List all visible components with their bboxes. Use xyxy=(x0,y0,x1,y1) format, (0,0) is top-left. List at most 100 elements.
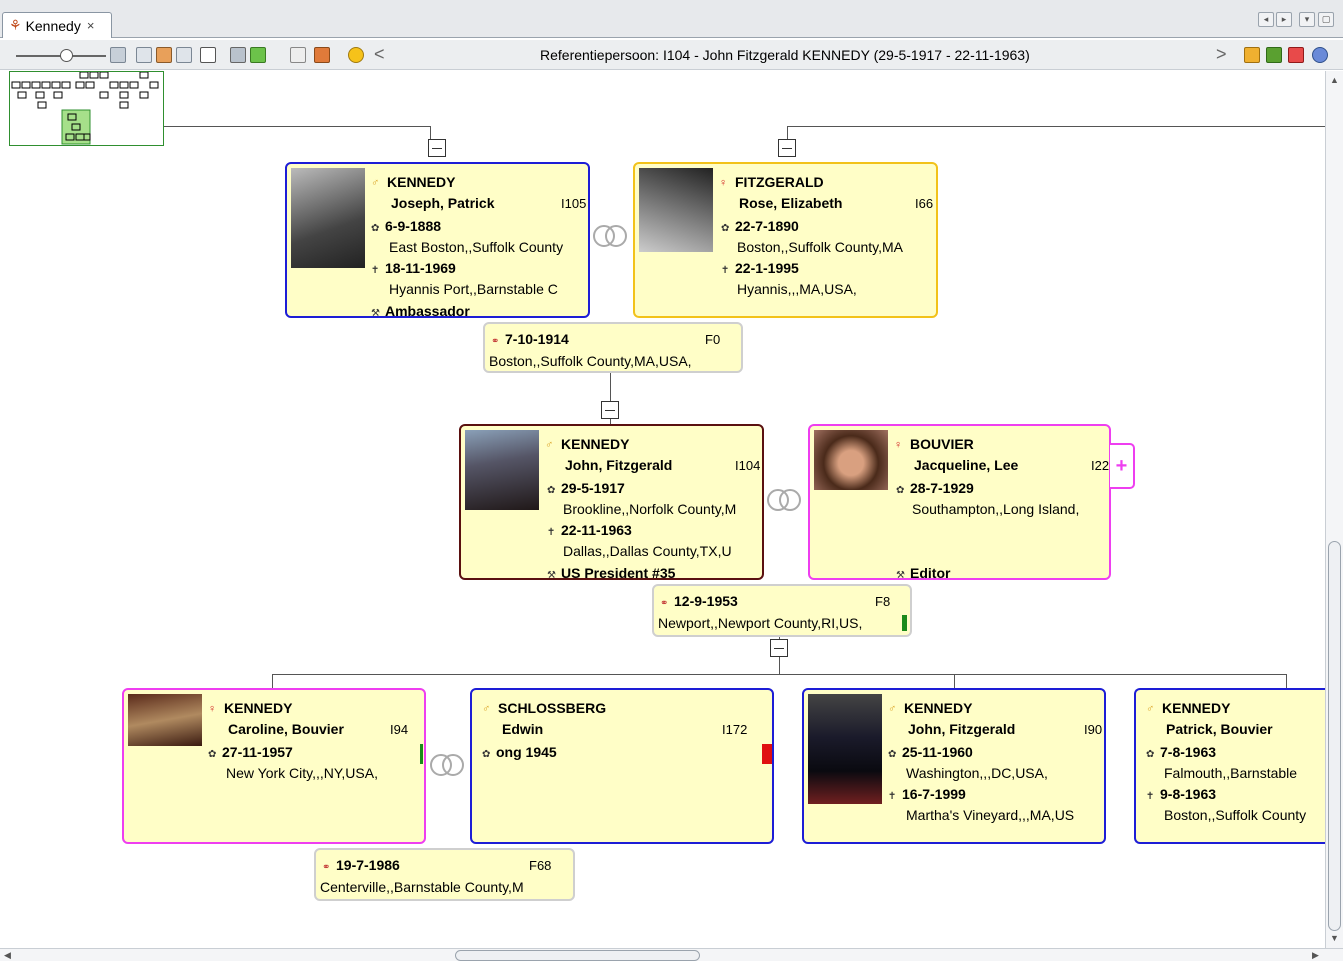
maximize-icon[interactable]: ▢ xyxy=(1318,12,1334,27)
toolbar: < Referentiepersoon: I104 - John Fitzger… xyxy=(0,40,1343,70)
scroll-down-icon[interactable]: ▼ xyxy=(1330,933,1339,943)
person-id: I22 xyxy=(1091,458,1110,473)
death-place: Boston,,Suffolk County xyxy=(1164,807,1307,823)
birth-date: 29-5-1917 xyxy=(561,480,625,496)
link-icon[interactable] xyxy=(290,47,306,63)
death-icon: ✝ xyxy=(721,265,730,276)
close-tab-icon[interactable]: × xyxy=(87,18,95,33)
female-icon: ♀ xyxy=(894,439,903,452)
marriage-place: Centerville,,Barnstable County,M xyxy=(320,879,524,895)
person-firstname: Joseph, Patrick xyxy=(391,195,495,211)
tree-root-icon[interactable] xyxy=(314,47,330,63)
person-card-john[interactable]: ♂ KENNEDY John, Fitzgerald I104 ✿ 29-5-191… xyxy=(459,424,764,580)
expand-spouse-button[interactable]: + xyxy=(1110,443,1135,489)
show-details-icon[interactable] xyxy=(136,47,152,63)
death-date: 9-8-1963 xyxy=(1160,786,1217,802)
zoom-slider-thumb[interactable] xyxy=(60,49,73,62)
death-place: Dallas,,Dallas County,TX,U xyxy=(563,543,732,559)
history-forward-button[interactable]: > xyxy=(1216,44,1227,65)
minimap-graphic xyxy=(11,71,159,145)
family-box-f8[interactable]: ⚭ 12-9-1953 F8 Newport,,Newport County,RI… xyxy=(652,584,912,637)
collapse-ancestors-button[interactable] xyxy=(428,139,446,157)
marriage-place: Boston,,Suffolk County,MA,USA, xyxy=(489,353,692,369)
person-card-patrick[interactable]: ♂ KENNEDY Patrick, Bouvier ✿ 7-8-1963 Falm… xyxy=(1134,688,1325,844)
birth-place: East Boston,,Suffolk County xyxy=(389,239,564,255)
person-card-rose[interactable]: ♀ FITZGERALD Rose, Elizabeth I66 ✿ 22-7-18… xyxy=(633,162,938,318)
scroll-up-icon[interactable]: ▲ xyxy=(1330,75,1339,85)
person-lastname: KENNEDY xyxy=(224,700,293,716)
scroll-tabs-right-icon[interactable]: ▸ xyxy=(1276,12,1292,27)
marriage-rings-icon xyxy=(430,754,464,776)
person-firstname: Patrick, Bouvier xyxy=(1166,721,1273,737)
occupation: Ambassador xyxy=(385,303,470,318)
scroll-left-icon[interactable]: ◀ xyxy=(4,950,11,961)
connector-line xyxy=(272,674,1287,675)
birth-date: 27-11-1957 xyxy=(222,744,293,760)
vertical-scroll-thumb[interactable] xyxy=(1328,541,1341,931)
show-places-icon[interactable] xyxy=(176,47,192,63)
expand-all-icon[interactable] xyxy=(250,47,266,63)
family-box-f68[interactable]: ⚭ 19-7-1986 F68 Centerville,,Barnstable C… xyxy=(314,848,575,901)
tab-label: Kennedy xyxy=(25,17,81,34)
family-box-f0[interactable]: ⚭ 7-10-1914 F0 Boston,,Suffolk County,MA,… xyxy=(483,322,743,373)
person-card-joseph[interactable]: ♂ KENNEDY Joseph, Patrick I105 ✿ 6-9-1888 … xyxy=(285,162,590,318)
settings-icon[interactable] xyxy=(1312,47,1328,63)
birth-date: ong 1945 xyxy=(496,744,557,760)
snapshot-icon[interactable] xyxy=(230,47,246,63)
person-firstname: John, Fitzgerald xyxy=(565,457,673,473)
birth-date: 28-7-1929 xyxy=(910,480,974,496)
person-card-jacqueline[interactable]: ♀ BOUVIER Jacqueline, Lee I22 ✿ 28-7-1929 … xyxy=(808,424,1111,580)
person-photo xyxy=(639,168,713,252)
descendants-icon[interactable] xyxy=(1266,47,1282,63)
female-filter-icon[interactable] xyxy=(1288,47,1304,63)
vertical-scrollbar[interactable]: ▲ ▼ xyxy=(1325,71,1343,948)
male-icon: ♂ xyxy=(1146,703,1155,716)
occupation: Editor xyxy=(910,565,951,580)
collapse-children-button[interactable] xyxy=(601,401,619,419)
tab-list-dropdown-icon[interactable]: ▾ xyxy=(1299,12,1315,27)
person-card-john-jr[interactable]: ♂ KENNEDY John, Fitzgerald I90 ✿ 25-11-196… xyxy=(802,688,1106,844)
death-date: 18-11-1969 xyxy=(385,260,456,276)
tab-kennedy[interactable]: ⚘ Kennedy × xyxy=(2,12,112,38)
death-icon: ✝ xyxy=(371,265,380,276)
birth-icon: ✿ xyxy=(1146,749,1155,760)
person-card-caroline[interactable]: ♀ KENNEDY Caroline, Bouvier I94 ✿ 27-11-19… xyxy=(122,688,426,844)
marriage-date: 12-9-1953 xyxy=(674,593,738,609)
family-id: F8 xyxy=(875,594,891,609)
collapse-children-button[interactable] xyxy=(770,639,788,657)
person-firstname: Rose, Elizabeth xyxy=(739,195,843,211)
tree-canvas[interactable]: ♂ KENNEDY Joseph, Patrick I105 ✿ 6-9-1888 … xyxy=(0,71,1325,948)
bookmark-star-icon[interactable] xyxy=(348,47,364,63)
fit-window-icon[interactable] xyxy=(200,47,216,63)
horizontal-scrollbar[interactable]: ◀ ▶ xyxy=(0,948,1343,961)
show-photos-icon[interactable] xyxy=(156,47,172,63)
tree-icon: ⚘ xyxy=(9,17,22,33)
zoom-fit-icon[interactable] xyxy=(110,47,126,63)
person-id: I66 xyxy=(915,196,934,211)
person-firstname: John, Fitzgerald xyxy=(908,721,1016,737)
scroll-right-icon[interactable]: ▶ xyxy=(1312,950,1319,961)
occupation-icon: ⚒ xyxy=(547,570,556,580)
person-lastname: KENNEDY xyxy=(904,700,973,716)
collapse-ancestors-button[interactable] xyxy=(778,139,796,157)
male-icon: ♂ xyxy=(482,703,491,716)
death-date: 22-1-1995 xyxy=(735,260,799,276)
male-filter-icon[interactable] xyxy=(1244,47,1260,63)
history-back-button[interactable]: < xyxy=(374,44,385,65)
connector-line xyxy=(430,126,431,140)
person-card-edwin[interactable]: ♂ SCHLOSSBERG Edwin I172 ✿ ong 1945 xyxy=(470,688,774,844)
status-marker xyxy=(762,744,772,764)
death-place: Martha's Vineyard,,,MA,US xyxy=(906,807,1075,823)
person-photo xyxy=(291,168,365,268)
marriage-place: Newport,,Newport County,RI,US, xyxy=(658,615,863,631)
horizontal-scroll-thumb[interactable] xyxy=(455,950,700,961)
connector-line xyxy=(164,126,430,127)
birth-place: New York City,,,NY,USA, xyxy=(226,765,378,781)
tree-minimap[interactable] xyxy=(9,71,164,146)
marriage-rings-icon xyxy=(767,489,801,511)
connector-line xyxy=(787,126,1325,127)
scroll-tabs-left-icon[interactable]: ◂ xyxy=(1258,12,1274,27)
birth-date: 25-11-1960 xyxy=(902,744,973,760)
marriage-date: 7-10-1914 xyxy=(505,331,569,347)
person-firstname: Edwin xyxy=(502,721,544,737)
